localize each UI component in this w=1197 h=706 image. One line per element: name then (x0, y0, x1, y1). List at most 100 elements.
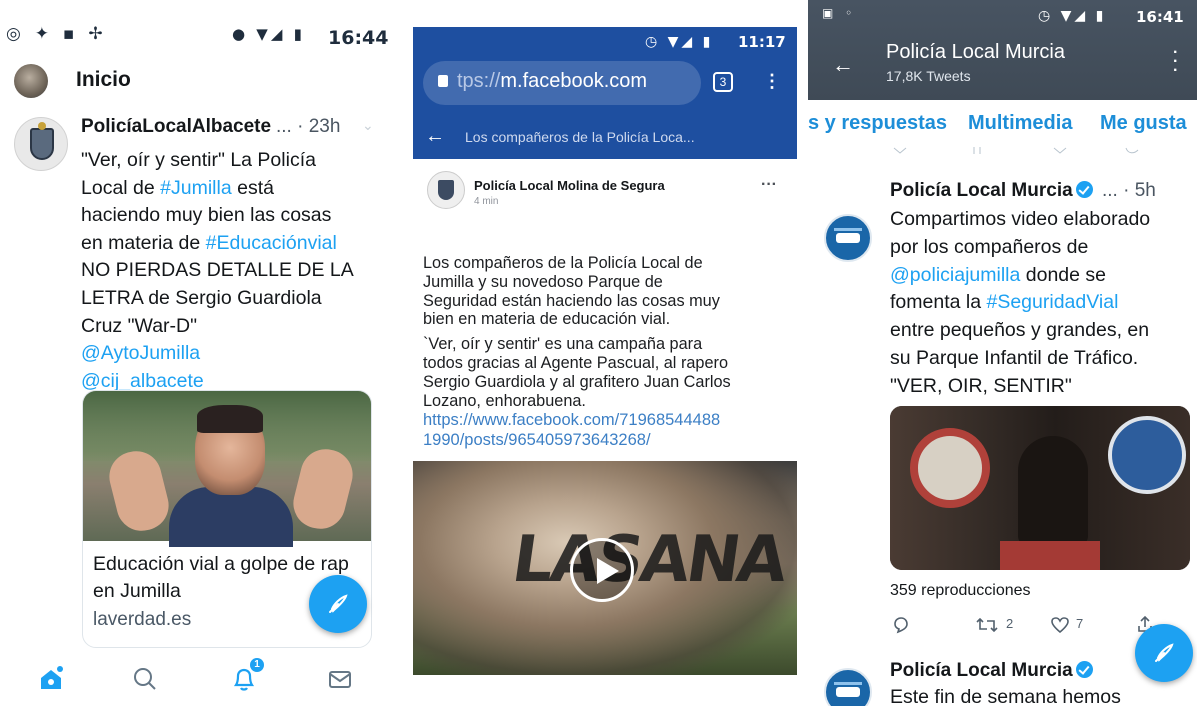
hashtag-link[interactable]: #SeguridadVial (986, 291, 1118, 313)
text: está (231, 176, 274, 199)
play-icon[interactable] (570, 538, 634, 602)
cut-off-action-icons (893, 147, 1139, 154)
previous-tweet-actions (808, 146, 1197, 156)
url-scheme: tps:// (457, 70, 501, 92)
card-image (83, 391, 371, 547)
tab-count-button[interactable]: 3 (713, 72, 733, 92)
status-time: 16:41 (1136, 8, 1184, 26)
tweet-author-name[interactable]: PolicíaLocalAlbacete (81, 116, 271, 138)
url-host: m.facebook.com (500, 70, 648, 92)
back-arrow-icon[interactable]: ← (425, 125, 445, 148)
logo-stripe (834, 682, 862, 685)
like-heart-icon[interactable] (1050, 616, 1070, 634)
post-line: bien en materia de educación vial. (423, 310, 671, 329)
compose-tweet-button[interactable] (1135, 624, 1193, 682)
post-author-name[interactable]: Policía Local Molina de Segura (474, 178, 665, 193)
tweet-line: LETRA de Sergio Guardiola (81, 286, 322, 309)
view-count: 359 reproducciones (890, 582, 1031, 599)
text: en materia de (81, 231, 206, 254)
video-player[interactable] (890, 406, 1190, 570)
tab-likes[interactable]: Me gusta (1100, 112, 1187, 135)
crown-icon (38, 122, 46, 130)
tweet-author-avatar[interactable] (824, 214, 872, 262)
messages-envelope-icon[interactable] (327, 666, 353, 692)
tweet-line: entre pequeños y grandes, en (890, 319, 1150, 342)
profile-title: Policía Local Murcia (886, 41, 1065, 63)
person-silhouette (1018, 436, 1088, 546)
notification-badge: 1 (250, 658, 264, 672)
post-line: `Ver, oír y sentir' es una campaña para (423, 335, 703, 354)
status-bar: ◷ ▼◢ ▮ 11:17 (413, 27, 797, 59)
page-avatar[interactable] (427, 171, 465, 209)
lock-icon (438, 75, 448, 87)
profile-header: ▣ ◦ ◷ ▼◢ ▮ 16:41 ← Policía Local Murcia … (808, 0, 1197, 100)
post-line: Los compañeros de la Policía Local de (423, 254, 703, 272)
page-title: Inicio (76, 68, 131, 91)
profile-avatar[interactable] (14, 64, 48, 98)
post-time: 4 min (474, 196, 499, 207)
tweet-line: Compartimos video elaborado (890, 208, 1151, 230)
page-title: Los compañeros de la Policía Loca... (465, 129, 695, 145)
next-tweet-author-avatar[interactable] (824, 668, 872, 706)
profile-tabs: s y respuestas Multimedia Me gusta (808, 100, 1197, 144)
more-options-icon[interactable]: · · · (1173, 45, 1178, 79)
hashtag-link[interactable]: #Jumilla (160, 177, 232, 199)
status-bar: ▣ ◦ ◷ ▼◢ ▮ 16:41 (808, 0, 1197, 32)
url-text: tps://m.facebook.com (457, 70, 647, 93)
post-options-icon[interactable]: ··· (761, 176, 777, 194)
police-crest-icon (438, 180, 454, 200)
home-icon[interactable] (38, 666, 64, 692)
browser-chrome: ◷ ▼◢ ▮ 11:17 tps://m.facebook.com 3 ⋮ ← … (413, 27, 797, 159)
police-logo-icon (836, 687, 860, 697)
chevron-down-icon[interactable]: ⌄ (362, 117, 374, 134)
hair (197, 405, 263, 433)
next-tweet-author-name[interactable]: Policía Local Murcia (890, 660, 1093, 682)
tweet-line: "Ver, oír y sentir" La Policía (81, 149, 316, 171)
text: Local de (81, 176, 161, 199)
search-icon[interactable] (132, 666, 158, 692)
system-icons: ◷ ▼◢ ▮ (645, 34, 714, 50)
post-line: Seguridad están haciendo las cosas muy (423, 291, 720, 310)
tweet-author-avatar[interactable] (14, 117, 68, 171)
traffic-sign (1108, 416, 1186, 494)
video-player[interactable]: LASANA (413, 461, 797, 675)
reply-icon[interactable] (892, 616, 910, 634)
back-arrow-icon[interactable]: ← (832, 52, 854, 78)
retweet-icon[interactable] (976, 616, 998, 634)
tab-replies[interactable]: s y respuestas (808, 112, 947, 135)
browser-menu-icon[interactable]: ⋮ (763, 71, 781, 92)
feather-icon (329, 594, 348, 613)
post-link[interactable]: https://www.facebook.com/71968544488 (423, 410, 791, 430)
mention-link[interactable]: @policiajumilla (890, 264, 1020, 286)
tweet-time: ... · 5h (1102, 180, 1156, 201)
hashtag-link[interactable]: #Educaciónvial (206, 232, 337, 254)
text: fomenta la (890, 291, 987, 314)
url-bar[interactable]: tps://m.facebook.com (423, 61, 701, 105)
compose-tweet-button[interactable] (309, 575, 367, 633)
shirt (169, 487, 293, 547)
status-bar: ◎ ✦ ▪ ✢ ● ▼◢ ▮ 16:44 (0, 0, 390, 54)
notification-icons: ▣ ◦ (822, 6, 857, 20)
author-text: Policía Local Murcia (890, 180, 1073, 201)
twitter-albacete-panel: ◎ ✦ ▪ ✢ ● ▼◢ ▮ 16:44 Inicio PolicíaLocal… (0, 0, 390, 706)
tweet-count: 17,8K Tweets (886, 68, 971, 84)
police-crest-icon (30, 128, 54, 160)
tweet-line: por los compañeros de (890, 235, 1089, 258)
post-line: todos gracias al Agente Pascual, al rape… (423, 353, 729, 372)
status-time: 16:44 (328, 27, 389, 49)
tweet-line: Local de #Jumilla está (81, 175, 381, 203)
tweet-author-name[interactable]: Policía Local Murcia (890, 180, 1093, 202)
text: donde se (1020, 263, 1106, 286)
post-line: Jumilla y su novedoso Parque de (423, 272, 663, 291)
video-overlay-text: LASANA (507, 523, 790, 597)
system-icons: ● ▼◢ ▮ (232, 25, 305, 43)
tweet-text: "Ver, oír y sentir" La Policía Local de … (81, 147, 381, 395)
retweet-count: 2 (1006, 616, 1014, 631)
post-link[interactable]: 1990/posts/965405973643268/ (423, 430, 791, 450)
tab-media[interactable]: Multimedia (968, 112, 1072, 135)
mention-link[interactable]: @AytoJumilla (81, 340, 381, 368)
tweet-line: haciendo muy bien las cosas (81, 204, 332, 227)
bottom-nav (0, 648, 390, 706)
next-tweet-text: Este fin de semana hemos (890, 686, 1121, 706)
stop-sign (1000, 541, 1100, 570)
